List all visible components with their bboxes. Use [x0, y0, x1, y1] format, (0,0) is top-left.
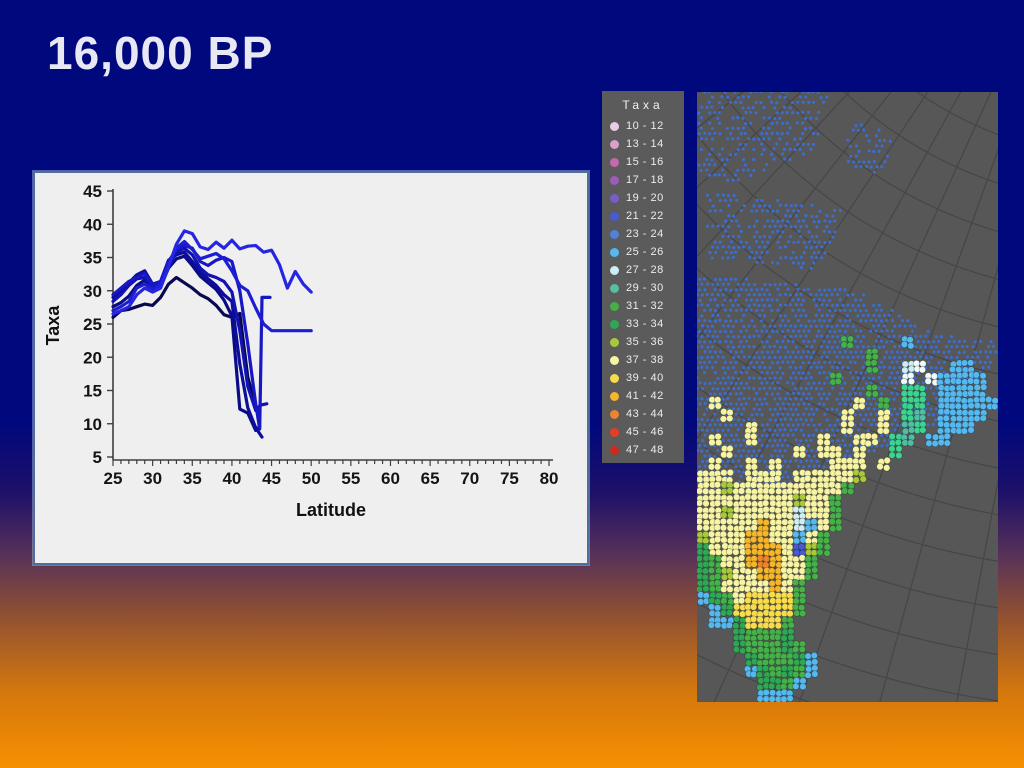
legend-swatch-icon: [610, 391, 619, 401]
legend-swatch-icon: [610, 445, 619, 455]
legend-swatch-icon: [610, 409, 619, 419]
legend-item-label: 37 - 38: [626, 354, 664, 366]
legend-item-label: 27 - 28: [626, 264, 664, 276]
legend-item: 33 - 34: [602, 315, 684, 333]
legend-item: 17 - 18: [602, 171, 684, 189]
legend-item: 39 - 40: [602, 369, 684, 387]
x-tick-label: 25: [104, 469, 123, 488]
x-tick-label: 30: [143, 469, 162, 488]
legend-item-label: 23 - 24: [626, 228, 664, 240]
legend-swatch-icon: [610, 193, 619, 203]
x-tick-label: 45: [262, 469, 281, 488]
y-tick-label: 25: [83, 315, 102, 334]
legend-item-label: 25 - 26: [626, 246, 664, 258]
legend-swatch-icon: [610, 211, 619, 221]
x-tick-label: 40: [222, 469, 241, 488]
legend-item: 15 - 16: [602, 153, 684, 171]
legend-item-label: 15 - 16: [626, 156, 664, 168]
y-tick-label: 10: [83, 415, 102, 434]
legend-item: 25 - 26: [602, 243, 684, 261]
legend-item-label: 29 - 30: [626, 282, 664, 294]
legend-item-label: 41 - 42: [626, 390, 664, 402]
legend-item-label: 19 - 20: [626, 192, 664, 204]
legend-item: 21 - 22: [602, 207, 684, 225]
x-tick-label: 70: [460, 469, 479, 488]
x-tick-label: 50: [302, 469, 321, 488]
legend-item-label: 17 - 18: [626, 174, 664, 186]
legend-swatch-icon: [610, 175, 619, 185]
y-tick-label: 30: [83, 282, 102, 301]
legend-swatch-icon: [610, 337, 619, 347]
legend-swatch-icon: [610, 355, 619, 365]
legend-item: 27 - 28: [602, 261, 684, 279]
x-tick-label: 55: [341, 469, 360, 488]
legend-item: 35 - 36: [602, 333, 684, 351]
legend-item: 45 - 46: [602, 423, 684, 441]
legend-item-label: 21 - 22: [626, 210, 664, 222]
chart-panel: 5 10 15 20 25 30 35 40 45 25 30 35 40 45 50 55 60 65 70 75 8…: [33, 171, 589, 565]
y-tick-label: 5: [93, 448, 102, 467]
legend-swatch-icon: [610, 229, 619, 239]
x-tick-label: 60: [381, 469, 400, 488]
map-legend-panel: Taxa 10 - 12 13 - 14 15 - 16 17 - 18 19 - 20…: [602, 91, 684, 463]
y-tick-label: 15: [83, 382, 102, 401]
legend-item-label: 43 - 44: [626, 408, 664, 420]
legend-swatch-icon: [610, 301, 619, 311]
legend-item-label: 13 - 14: [626, 138, 664, 150]
legend-item: 31 - 32: [602, 297, 684, 315]
legend-item-label: 39 - 40: [626, 372, 664, 384]
legend-item-label: 47 - 48: [626, 444, 664, 456]
legend-swatch-icon: [610, 427, 619, 437]
legend-item: 19 - 20: [602, 189, 684, 207]
slide-title: 16,000 BP: [47, 27, 274, 79]
taxa-richness-map: [697, 92, 998, 702]
legend-swatch-icon: [610, 139, 619, 149]
legend-item: 10 - 12: [602, 117, 684, 135]
slide-background: 16,000 BP 5 10 15 20 25 30 35 40 45 25 30 35 40 45 50 5…: [0, 0, 1024, 768]
legend-item-label: 35 - 36: [626, 336, 664, 348]
legend-item: 41 - 42: [602, 387, 684, 405]
legend-item-label: 33 - 34: [626, 318, 664, 330]
legend-item: 13 - 14: [602, 135, 684, 153]
taxa-vs-latitude-chart: 5 10 15 20 25 30 35 40 45 25 30 35 40 45 50 55 60 65 70 75 8…: [43, 182, 559, 520]
y-tick-label: 40: [83, 215, 102, 234]
x-axis-label: Latitude: [296, 500, 366, 520]
legend-swatch-icon: [610, 157, 619, 167]
y-tick-label: 45: [83, 182, 102, 201]
legend-title: Taxa: [622, 98, 664, 112]
x-tick-label: 75: [500, 469, 519, 488]
legend-item-list: 10 - 12 13 - 14 15 - 16 17 - 18 19 - 20 21 - …: [602, 117, 684, 459]
legend-swatch-icon: [610, 283, 619, 293]
legend-item: 43 - 44: [602, 405, 684, 423]
legend-item-label: 45 - 46: [626, 426, 664, 438]
legend-swatch-icon: [610, 121, 619, 131]
x-tick-label: 80: [540, 469, 559, 488]
legend-item: 47 - 48: [602, 441, 684, 459]
y-tick-label: 35: [83, 249, 102, 268]
taxa-richness-map-panel: [697, 92, 998, 702]
y-axis-label: Taxa: [43, 305, 63, 346]
legend-item-label: 31 - 32: [626, 300, 664, 312]
legend-swatch-icon: [610, 373, 619, 383]
legend-swatch-icon: [610, 265, 619, 275]
legend-item-label: 10 - 12: [626, 120, 664, 132]
y-tick-label: 20: [83, 348, 102, 367]
legend-item: 29 - 30: [602, 279, 684, 297]
legend-swatch-icon: [610, 247, 619, 257]
legend-item: 23 - 24: [602, 225, 684, 243]
x-tick-label: 35: [183, 469, 202, 488]
legend-swatch-icon: [610, 319, 619, 329]
legend-item: 37 - 38: [602, 351, 684, 369]
x-tick-label: 65: [421, 469, 440, 488]
